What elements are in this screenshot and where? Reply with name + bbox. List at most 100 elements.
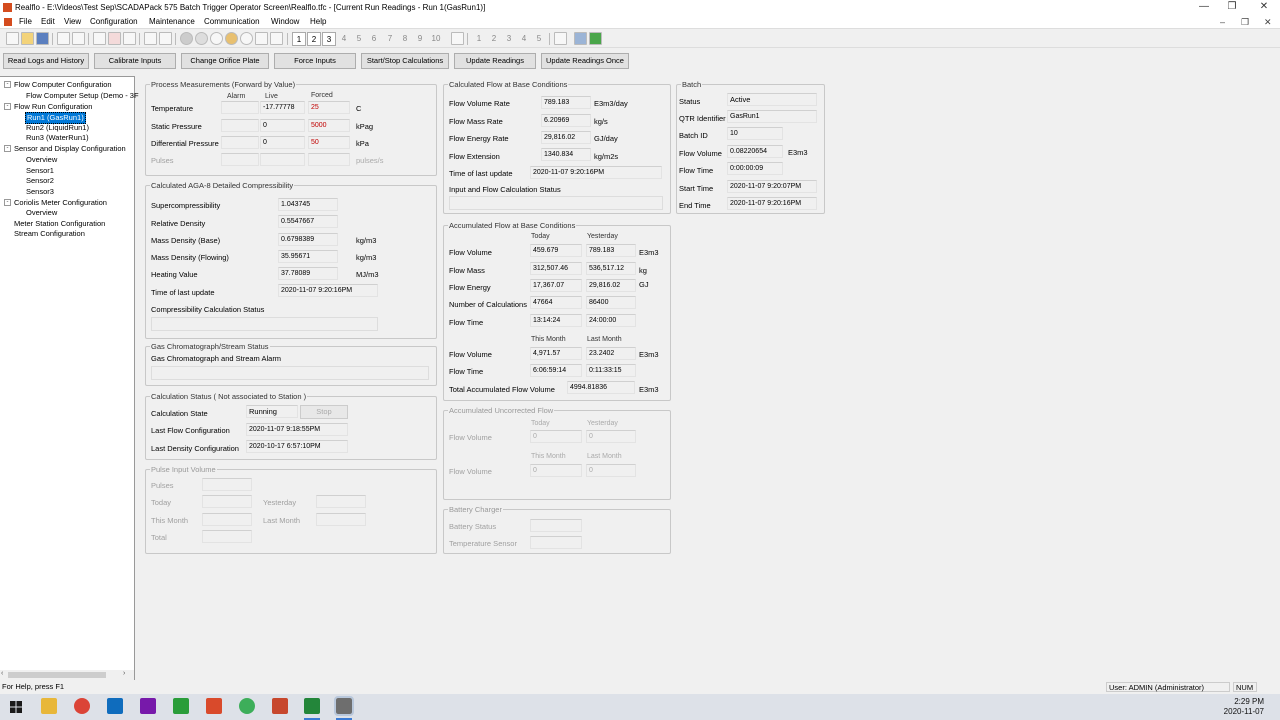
calculation-state-label: Calculation State xyxy=(151,409,208,418)
new-file-icon[interactable] xyxy=(6,32,19,45)
menu-window[interactable]: Window xyxy=(271,15,299,29)
stream-5-button[interactable]: 5 xyxy=(532,32,546,46)
update-readings-once-button[interactable]: Update Readings Once xyxy=(541,53,629,69)
stream-2-button[interactable]: 2 xyxy=(487,32,501,46)
read-config-icon[interactable] xyxy=(123,32,136,45)
menu-maintenance[interactable]: Maintenance xyxy=(149,15,195,29)
tree-item-flow-computer-setup[interactable]: Flow Computer Setup (Demo - 3F xyxy=(26,91,139,101)
camtasia-recorder-icon[interactable] xyxy=(206,698,222,714)
temperature-forced-field[interactable]: 25 xyxy=(308,101,350,114)
gauge-icon[interactable] xyxy=(210,32,223,45)
menu-configuration[interactable]: Configuration xyxy=(90,15,138,29)
camtasia-icon[interactable] xyxy=(173,698,189,714)
run-status-icon[interactable] xyxy=(180,32,193,45)
run-5-button[interactable]: 5 xyxy=(352,32,366,46)
static-pressure-forced-field[interactable]: 5000 xyxy=(308,119,350,132)
child-restore-button[interactable]: ❐ xyxy=(1241,15,1249,29)
differential-pressure-forced-field[interactable]: 50 xyxy=(308,136,350,149)
tree-item-stream-configuration[interactable]: Stream Configuration xyxy=(14,229,85,239)
print-icon[interactable] xyxy=(57,32,70,45)
run-1-button[interactable]: 1 xyxy=(292,32,306,46)
file-explorer-icon[interactable] xyxy=(41,698,57,714)
run-6-button[interactable]: 6 xyxy=(367,32,381,46)
batch-status-value: Active xyxy=(727,93,817,106)
history-icon[interactable] xyxy=(159,32,172,45)
start-stop-calculations-button[interactable]: Start/Stop Calculations xyxy=(361,53,449,69)
scrollbar-thumb[interactable] xyxy=(8,672,106,678)
tree-item-run3[interactable]: Run3 (WaterRun1) xyxy=(26,133,89,143)
onenote-icon[interactable] xyxy=(140,698,156,714)
tree-item-flow-computer-configuration[interactable]: Flow Computer Configuration xyxy=(14,80,112,90)
close-button[interactable]: ✕ xyxy=(1248,0,1280,15)
menu-file[interactable]: File xyxy=(19,15,32,29)
collapse-icon[interactable]: - xyxy=(4,145,11,152)
update-readings-button[interactable]: Update Readings xyxy=(454,53,536,69)
stream-1-button[interactable]: 1 xyxy=(472,32,486,46)
tree-item-sensor-display-configuration[interactable]: Sensor and Display Configuration xyxy=(14,144,126,154)
run-4-button[interactable]: 4 xyxy=(337,32,351,46)
stream-4-button[interactable]: 4 xyxy=(517,32,531,46)
collapse-icon[interactable]: - xyxy=(4,199,11,206)
uncorr-today-field: 0 xyxy=(530,430,582,443)
child-minimize-button[interactable]: – xyxy=(1220,15,1225,29)
collapse-icon[interactable]: - xyxy=(4,81,11,88)
run-10-button[interactable]: 10 xyxy=(429,32,443,46)
report-icon[interactable] xyxy=(270,32,283,45)
run-3-button[interactable]: 3 xyxy=(322,32,336,46)
stream-3-button[interactable]: 3 xyxy=(502,32,516,46)
menu-help[interactable]: Help xyxy=(310,15,326,29)
open-folder-icon[interactable] xyxy=(21,32,34,45)
restore-button[interactable]: ❐ xyxy=(1216,0,1248,15)
tree-item-sensor1[interactable]: Sensor1 xyxy=(26,166,54,176)
child-close-button[interactable]: ✕ xyxy=(1264,15,1272,29)
print-preview-icon[interactable] xyxy=(72,32,85,45)
start-windows-icon[interactable] xyxy=(10,701,22,713)
meter-icon[interactable] xyxy=(195,32,208,45)
menu-communication[interactable]: Communication xyxy=(204,15,260,29)
tree-horizontal-scrollbar[interactable]: ‹ › xyxy=(0,670,134,680)
change-orifice-plate-button[interactable]: Change Orifice Plate xyxy=(181,53,269,69)
outlook-icon[interactable] xyxy=(107,698,123,714)
tree-item-sensor2[interactable]: Sensor2 xyxy=(26,176,54,186)
connect-icon[interactable] xyxy=(93,32,106,45)
run-7-button[interactable]: 7 xyxy=(383,32,397,46)
tree-item-sensor3[interactable]: Sensor3 xyxy=(26,187,54,197)
tree-item-flow-run-configuration[interactable]: Flow Run Configuration xyxy=(14,102,92,112)
clock[interactable]: 2:29 PM 2020-11-07 xyxy=(1224,697,1264,717)
run-9-button[interactable]: 9 xyxy=(413,32,427,46)
stop-button[interactable]: Stop xyxy=(300,405,348,419)
save-icon[interactable] xyxy=(36,32,49,45)
chrome-icon[interactable] xyxy=(74,698,90,714)
collapse-icon[interactable]: - xyxy=(4,103,11,110)
alarm-header: Alarm xyxy=(227,93,246,100)
tree-item-sensor-overview[interactable]: Overview xyxy=(26,155,57,165)
realflo-taskbar-icon[interactable] xyxy=(334,696,354,716)
readings-icon[interactable] xyxy=(144,32,157,45)
tree-item-meter-station-configuration[interactable]: Meter Station Configuration xyxy=(14,219,105,229)
tree-item-run2[interactable]: Run2 (LiquidRun1) xyxy=(26,123,89,133)
spreadsheet-app-icon[interactable] xyxy=(304,698,320,714)
disconnect-icon[interactable] xyxy=(108,32,121,45)
network-app-icon[interactable] xyxy=(239,698,255,714)
read-logs-button[interactable]: Read Logs and History xyxy=(3,53,89,69)
calibrate-inputs-button[interactable]: Calibrate Inputs xyxy=(94,53,176,69)
tree-item-coriolis-overview[interactable]: Overview xyxy=(26,208,57,218)
scroll-left-icon[interactable]: ‹ xyxy=(1,670,3,677)
network-icon[interactable] xyxy=(574,32,587,45)
station-icon[interactable] xyxy=(451,32,464,45)
spreadsheet-icon[interactable] xyxy=(589,32,602,45)
run-2-button[interactable]: 2 xyxy=(307,32,321,46)
force-inputs-button[interactable]: Force Inputs xyxy=(274,53,356,69)
menu-edit[interactable]: Edit xyxy=(41,15,55,29)
sensor-icon[interactable] xyxy=(225,32,238,45)
batch-icon[interactable] xyxy=(554,32,567,45)
settings-gear-icon[interactable] xyxy=(240,32,253,45)
edit-icon[interactable] xyxy=(255,32,268,45)
acrobat-icon[interactable] xyxy=(272,698,288,714)
toolbar-separator xyxy=(175,33,176,45)
tree-item-coriolis-meter-configuration[interactable]: Coriolis Meter Configuration xyxy=(14,198,107,208)
compressibility-status-box xyxy=(151,317,378,331)
scroll-right-icon[interactable]: › xyxy=(123,670,125,677)
menu-view[interactable]: View xyxy=(64,15,81,29)
run-8-button[interactable]: 8 xyxy=(398,32,412,46)
